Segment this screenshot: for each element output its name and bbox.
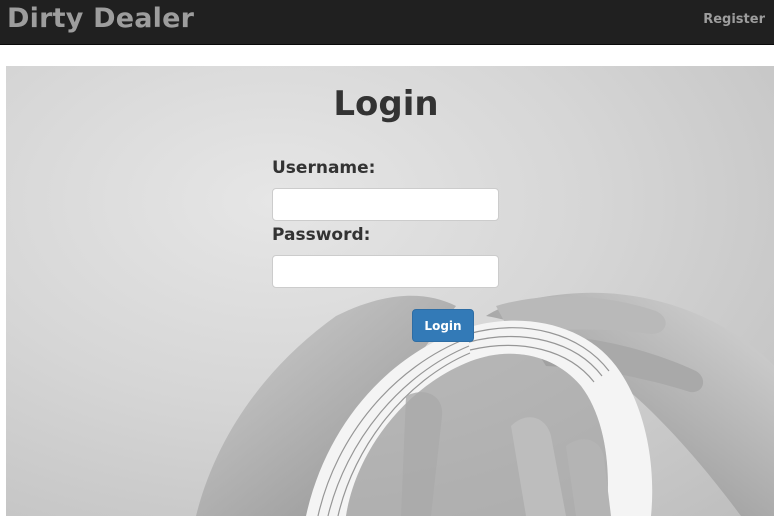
register-link[interactable]: Register [703, 12, 765, 27]
login-button[interactable]: Login [412, 309, 474, 342]
password-label: Password: [272, 225, 371, 245]
username-label: Username: [272, 158, 376, 178]
top-navbar: Dirty Dealer Register [0, 0, 774, 45]
card-shuffle-background-image [196, 292, 774, 516]
login-hero-panel: Login Username: Password: Login [6, 66, 774, 516]
username-input[interactable] [272, 188, 499, 221]
page-title: Login [333, 84, 439, 124]
password-input[interactable] [272, 255, 499, 288]
brand-logo[interactable]: Dirty Dealer [7, 3, 194, 34]
